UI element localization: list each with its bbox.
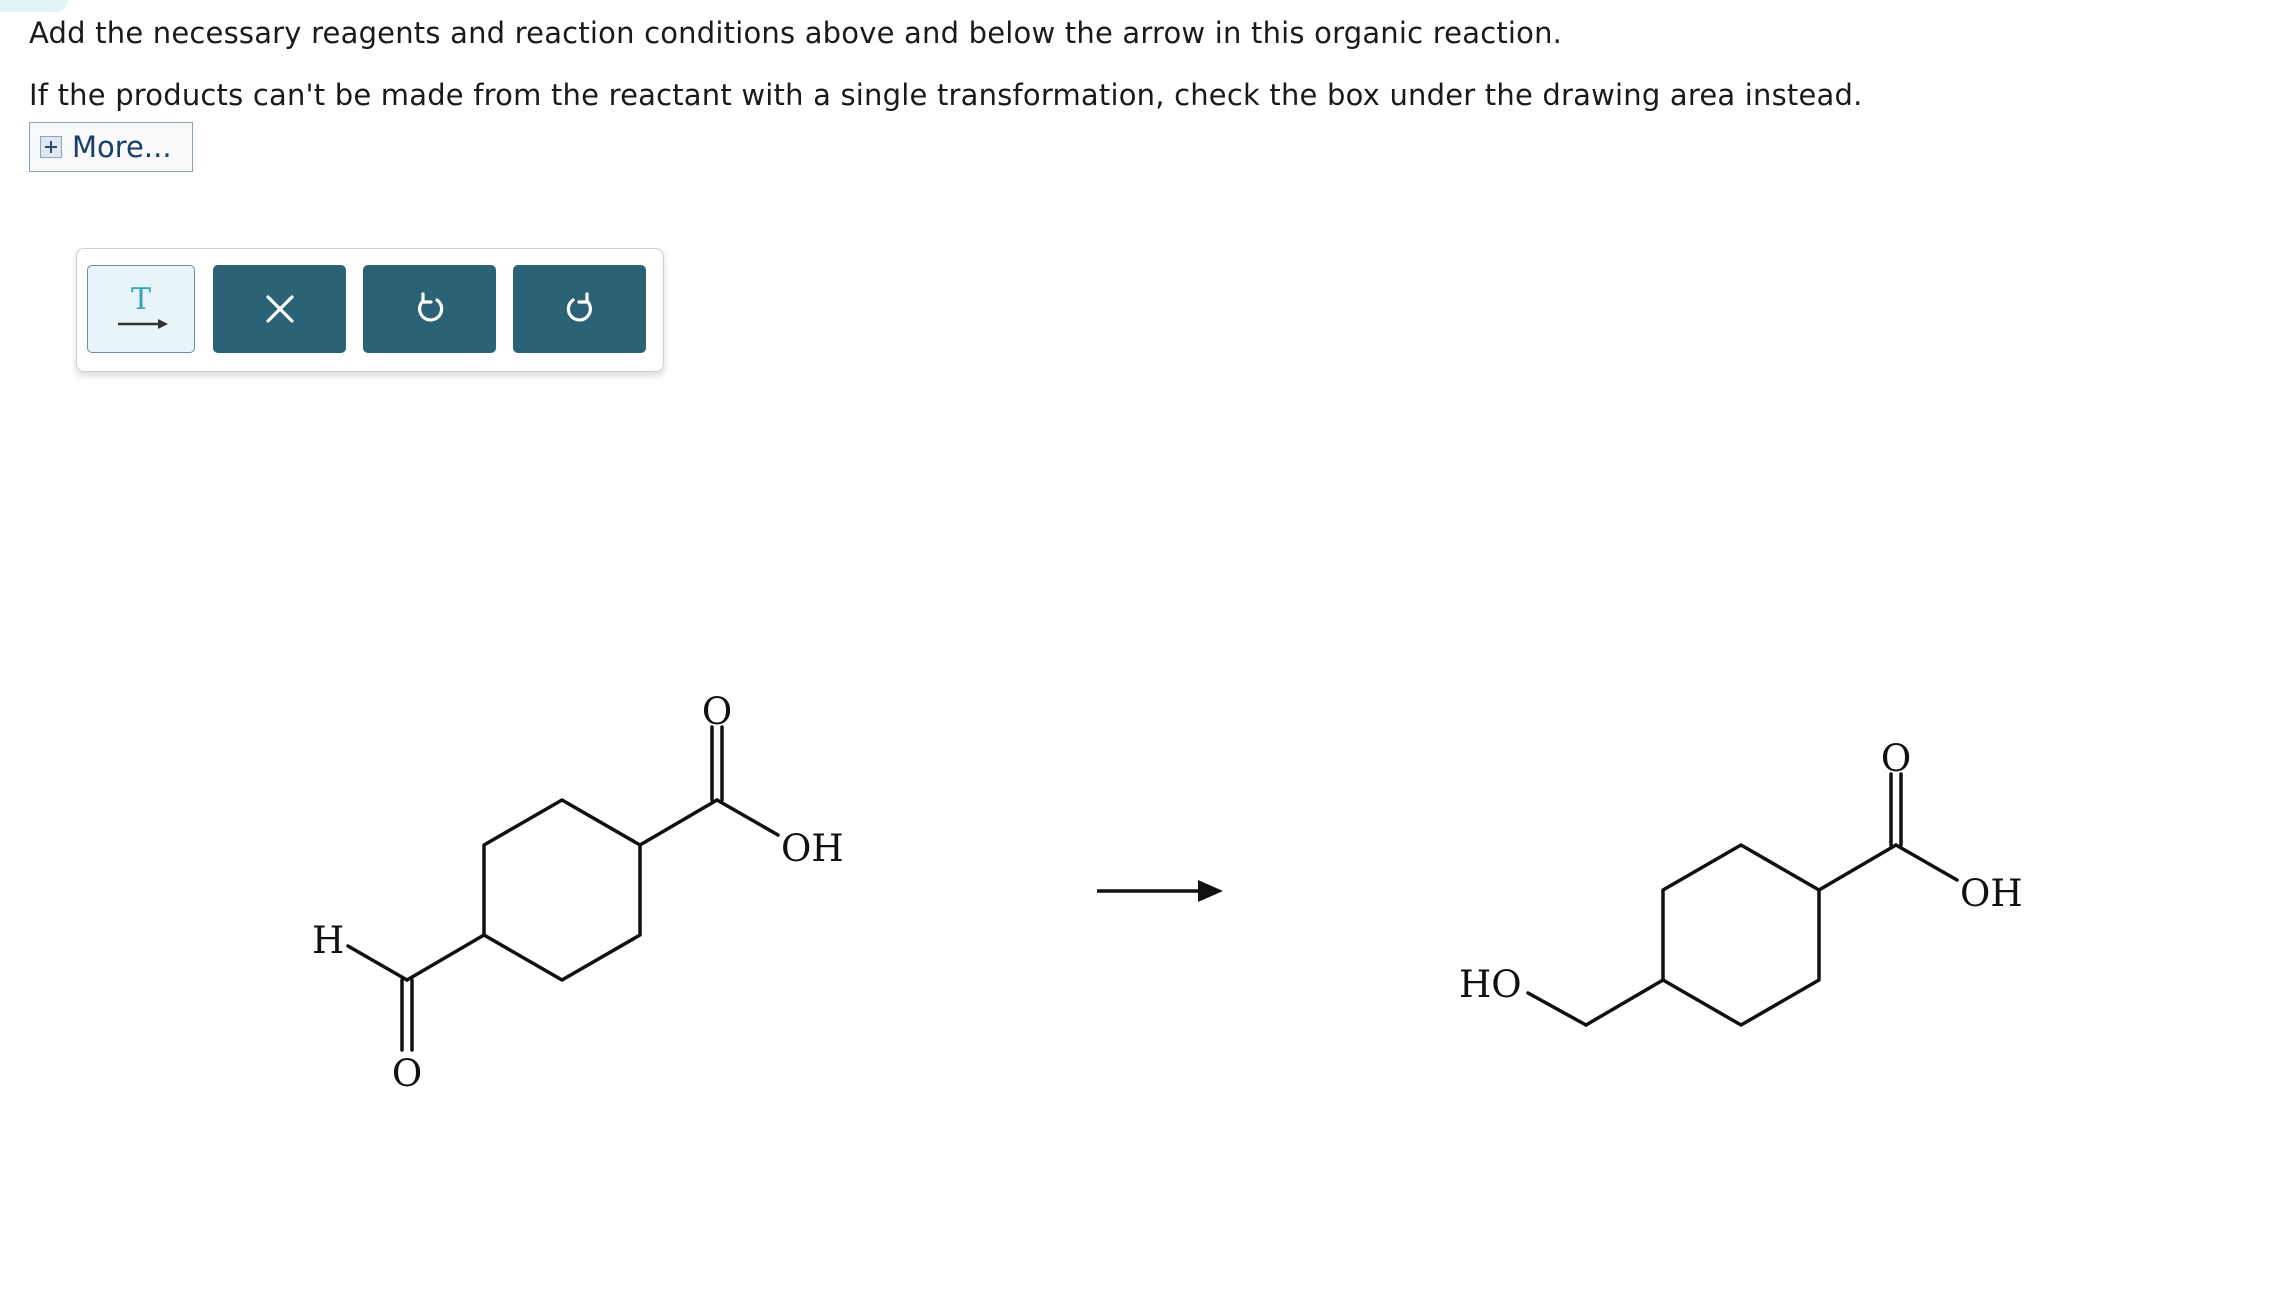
reaction-arrow[interactable] xyxy=(1097,880,1223,902)
product-alcohol-label: HO xyxy=(1459,963,1522,1006)
product-bond-to-hydroxyl xyxy=(1894,843,1959,882)
arrow-head-icon xyxy=(1198,880,1223,902)
product-cyclohexane-ring xyxy=(1661,843,1821,1027)
reactant-hydroxyl-label: OH xyxy=(781,827,844,870)
reaction-drawing-canvas[interactable]: O OH H O O OH HO xyxy=(0,0,2274,1312)
reactant-bond-ring-to-aldehyde xyxy=(405,933,486,982)
reactant-bond-ring-to-carboxyl xyxy=(638,798,719,847)
product-bond-ch2-to-oh xyxy=(1526,991,1588,1027)
reactant-cyclohexane-ring xyxy=(482,798,642,982)
reactant-carbonyl-o-label: O xyxy=(702,690,732,733)
reactant-bond-to-hydroxyl xyxy=(715,798,780,837)
product-bond-ring-to-ch2 xyxy=(1584,978,1665,1027)
product-bond-ring-to-carboxyl xyxy=(1817,843,1898,892)
reactant-aldehyde-h-label: H xyxy=(312,919,344,962)
reactant-aldehyde-o-label: O xyxy=(392,1052,422,1095)
reactant-molecule[interactable] xyxy=(346,725,780,1052)
reactant-bond-to-aldehyde-h xyxy=(346,944,409,982)
product-molecule[interactable] xyxy=(1526,772,1959,1027)
product-carbonyl-o-label: O xyxy=(1881,737,1911,780)
product-hydroxyl-label: OH xyxy=(1960,872,2023,915)
